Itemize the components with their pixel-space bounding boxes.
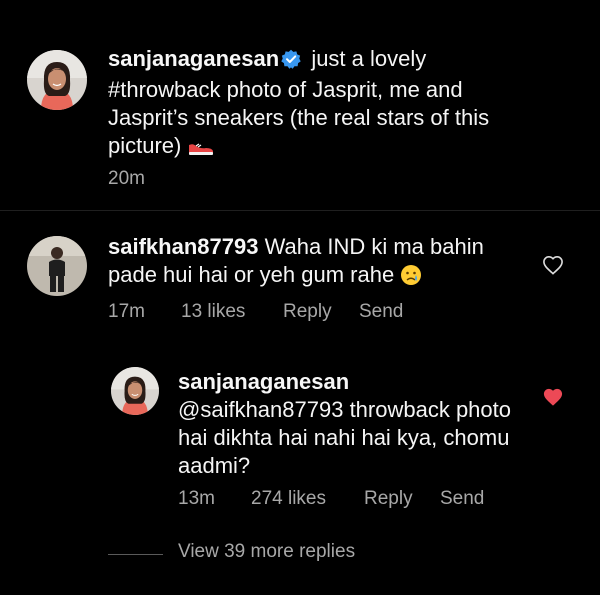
reply-avatar[interactable] <box>111 367 159 415</box>
view-more-replies-label[interactable]: View 39 more replies <box>178 541 355 563</box>
verified-badge-icon <box>281 48 301 76</box>
caption-time: 20m <box>108 168 145 189</box>
sneaker-emoji-icon <box>187 136 215 164</box>
caption-avatar[interactable] <box>27 50 87 110</box>
comment-username[interactable]: saifkhan87793 <box>108 234 258 259</box>
reply-likes[interactable]: 274 likes <box>251 488 326 510</box>
reply-liked-heart-icon[interactable] <box>542 387 564 407</box>
comment-likes[interactable]: 13 likes <box>181 301 245 323</box>
crying-face-emoji-icon <box>400 264 422 293</box>
woman-portrait-image <box>27 50 87 110</box>
comment-meta: 17m 13 likes Reply Send <box>108 301 508 325</box>
caption-username[interactable]: sanjanaganesan <box>108 46 279 71</box>
caption-meta: 20m <box>108 168 308 192</box>
comment-reply-button[interactable]: Reply <box>283 301 332 323</box>
view-more-divider-line <box>108 554 163 555</box>
reply-reply-button[interactable]: Reply <box>364 488 413 510</box>
caption-divider <box>0 210 600 211</box>
reply-time: 13m <box>178 488 215 509</box>
reply-meta: 13m 274 likes Reply Send <box>178 488 538 512</box>
reply-send-button[interactable]: Send <box>440 488 484 510</box>
comment-avatar[interactable] <box>27 236 87 296</box>
comment-send-button[interactable]: Send <box>359 301 403 323</box>
comment-like-heart-icon[interactable] <box>542 255 564 275</box>
man-photo-image <box>27 236 87 296</box>
comment-text-block: saifkhan87793 Waha IND ki ma bahin pade … <box>108 233 528 293</box>
comment-time: 17m <box>108 301 145 322</box>
woman-portrait-image <box>111 367 159 415</box>
reply-text-block: sanjanaganesan @saifkhan87793 throwback … <box>178 368 528 480</box>
reply-username[interactable]: sanjanaganesan <box>178 368 528 396</box>
caption-text-block: sanjanaganesan just a lovely #throwback … <box>108 45 538 164</box>
reply-text: @saifkhan87793 throwback photo hai dikht… <box>178 397 511 478</box>
